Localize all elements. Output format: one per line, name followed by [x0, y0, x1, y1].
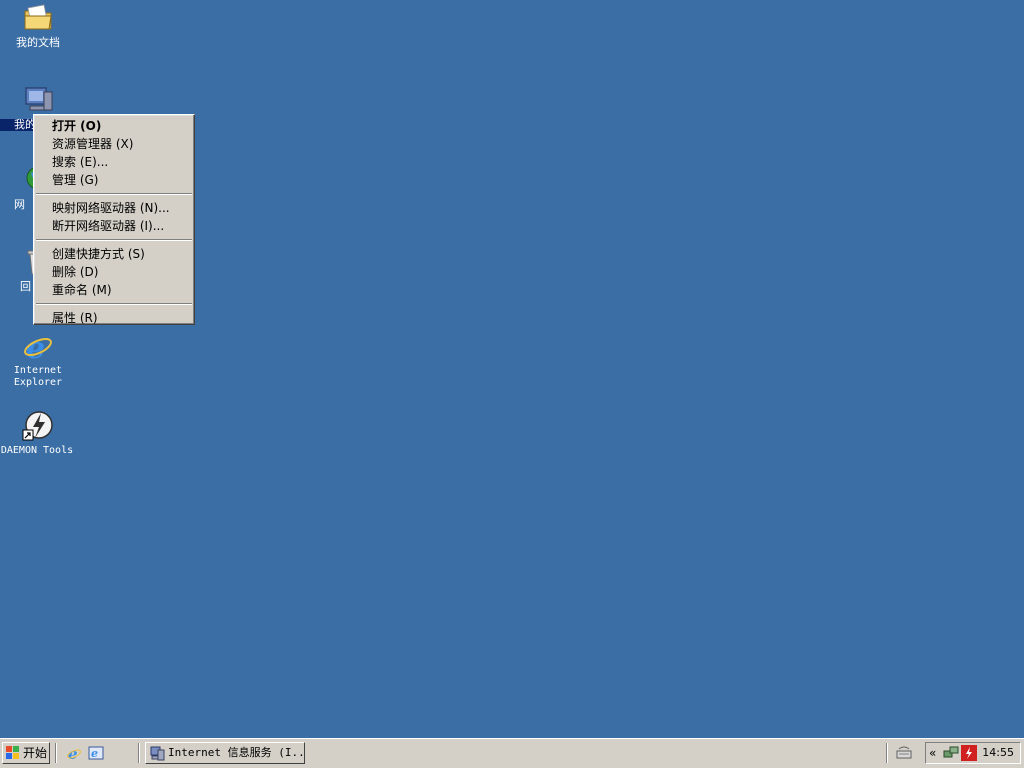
tray-expand-chevron[interactable]: « [929, 745, 936, 761]
windows-flag-icon [6, 746, 20, 760]
desktop-icon-label: 我的文档 [16, 36, 60, 49]
menu-item-rename[interactable]: 重命名 (M) [34, 281, 194, 299]
system-tray: « 14:55 [925, 742, 1021, 764]
taskbar-separator [55, 743, 57, 763]
computer-icon [22, 84, 54, 116]
desktop-icon-label: Internet Explorer [13, 365, 63, 388]
task-button-iis[interactable]: Internet 信息服务 (I... [145, 742, 305, 764]
menu-item-create-shortcut[interactable]: 创建快捷方式 (S) [34, 245, 194, 263]
menu-item-delete[interactable]: 删除 (D) [34, 263, 194, 281]
menu-separator [36, 239, 192, 241]
menu-item-search[interactable]: 搜索 (E)... [34, 153, 194, 171]
quick-launch-show-desktop-icon[interactable]: e [88, 745, 104, 761]
menu-item-disconnect-network-drive[interactable]: 断开网络驱动器 (I)... [34, 217, 194, 235]
context-menu: 打开 (O) 资源管理器 (X) 搜索 (E)... 管理 (G) 映射网络驱动… [33, 114, 195, 325]
menu-item-map-network-drive[interactable]: 映射网络驱动器 (N)... [34, 199, 194, 217]
desktop-icon-my-documents[interactable]: 我的文档 [0, 2, 76, 49]
taskbar-separator [138, 743, 140, 763]
menu-item-manage[interactable]: 管理 (G) [34, 171, 194, 189]
start-label: 开始 [23, 746, 48, 760]
quick-launch-internet-explorer-icon[interactable]: e [66, 745, 82, 763]
task-button-label: Internet 信息服务 (I... [168, 746, 305, 759]
svg-text:e: e [91, 747, 98, 760]
folder-icon [22, 2, 54, 34]
network-connection-icon[interactable] [943, 745, 959, 761]
menu-item-open[interactable]: 打开 (O) [34, 117, 194, 135]
internet-explorer-icon: e [22, 330, 54, 366]
taskbar-separator [886, 743, 888, 763]
menu-item-explore[interactable]: 资源管理器 (X) [34, 135, 194, 153]
iis-icon [150, 745, 166, 761]
desktop-icon-internet-explorer[interactable]: e Internet Explorer [0, 330, 76, 389]
desktop[interactable]: 我的文档 我的 网 回 e Internet Explorer DAEMON T… [0, 0, 1024, 738]
clock[interactable]: 14:55 [982, 745, 1014, 761]
taskbar: 开始 e e Internet 信息服务 (I... « 14:55 [0, 738, 1024, 768]
language-bar-icon[interactable] [895, 745, 913, 761]
desktop-icon-daemon-tools[interactable]: DAEMON Tools [0, 410, 76, 457]
desktop-icon-label: DAEMON Tools [0, 445, 74, 456]
menu-item-properties[interactable]: 属性 (R) [34, 309, 194, 327]
menu-separator [36, 303, 192, 305]
start-button[interactable]: 开始 [2, 742, 50, 764]
menu-separator [36, 193, 192, 195]
daemon-tools-tray-icon[interactable] [961, 745, 977, 761]
daemon-tools-icon [22, 410, 54, 442]
